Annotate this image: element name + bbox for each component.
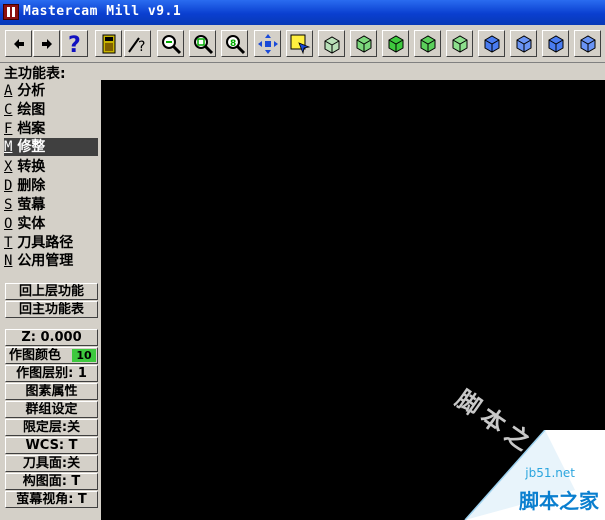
cplane-front-button[interactable] <box>478 30 505 57</box>
menu-item-key: A <box>4 83 13 99</box>
watermark-site: jb51.net <box>525 466 575 480</box>
app-icon[interactable] <box>3 4 19 20</box>
analyze-icon: ? <box>127 36 145 54</box>
cube-green-icon <box>452 34 467 53</box>
cplane-button[interactable]: 构图面: T <box>5 473 98 490</box>
z-depth-button[interactable]: Z: 0.000 <box>5 329 98 346</box>
watermark-name: 脚本之家 <box>519 489 599 513</box>
cube-blue-icon <box>548 34 563 53</box>
zoom-out-button[interactable] <box>157 30 184 57</box>
menu-item-label: 刀具路径 <box>17 235 74 251</box>
title-bar: Mastercam Mill v9.1 <box>0 0 605 25</box>
calculator-button[interactable] <box>95 30 122 57</box>
zoom-fit-icon: 8 <box>225 34 245 54</box>
help-button[interactable]: ? <box>61 30 88 57</box>
menu-item-nc-utils[interactable]: N 公用管理 <box>4 252 98 270</box>
cplane-iso-button[interactable] <box>574 30 601 57</box>
pan-icon <box>257 33 278 54</box>
analyze-button[interactable]: ? <box>124 30 151 57</box>
menu-item-label: 分析 <box>17 83 46 99</box>
menu-item-label: 萤幕 <box>17 197 46 213</box>
tplane-button[interactable]: 刀具面:关 <box>5 455 98 472</box>
menu-item-label: 绘图 <box>17 102 46 118</box>
menu-item-delete[interactable]: D 删除 <box>4 177 98 195</box>
menu-item-screen[interactable]: S 萤幕 <box>4 196 98 214</box>
svg-text:8: 8 <box>230 39 236 49</box>
rotate-icon <box>324 35 339 54</box>
select-button[interactable] <box>286 30 313 57</box>
menu-item-create[interactable]: C 绘图 <box>4 101 98 119</box>
view-top-button[interactable] <box>382 30 409 57</box>
color-label: 作图颜色 <box>9 348 62 363</box>
menu-item-label: 档案 <box>17 121 46 137</box>
window-title: Mastercam Mill v9.1 <box>23 4 182 19</box>
level-button[interactable]: 作图层别: 1 <box>5 365 98 382</box>
menu-item-key: N <box>4 253 13 269</box>
zoom-out-icon <box>161 34 181 54</box>
main-menu-panel: A 分析 C 绘图 F 档案 M 修整 X 转换 D 删除 S 萤幕 O 实体 … <box>0 80 101 520</box>
cube-green-icon <box>420 34 435 53</box>
menu-item-xform[interactable]: X 转换 <box>4 158 98 176</box>
cube-blue-icon <box>484 34 499 53</box>
back-button[interactable] <box>5 30 32 57</box>
cplane-side-button[interactable] <box>542 30 569 57</box>
main-menu-button[interactable]: 回主功能表 <box>5 301 98 318</box>
svg-text:?: ? <box>138 39 145 54</box>
mask-button[interactable]: 限定层:关 <box>5 419 98 436</box>
cube-green-icon <box>388 34 403 53</box>
arrow-right-icon <box>41 38 52 49</box>
view-front-button[interactable] <box>350 30 377 57</box>
menu-item-key: C <box>4 102 13 118</box>
color-swatch: 10 <box>72 349 96 362</box>
menu-item-key: O <box>4 216 13 232</box>
menu-item-toolpaths[interactable]: T 刀具路径 <box>4 234 98 252</box>
pan-button[interactable] <box>254 30 281 57</box>
menu-item-key: M <box>4 139 13 155</box>
menu-item-key: T <box>4 235 13 251</box>
cube-green-icon <box>356 34 371 53</box>
menu-item-key: F <box>4 121 13 137</box>
attributes-button[interactable]: 图素属性 <box>5 383 98 400</box>
menu-item-analyze[interactable]: A 分析 <box>4 82 98 100</box>
menu-item-solids[interactable]: O 实体 <box>4 215 98 233</box>
select-icon <box>290 34 310 54</box>
view-side-button[interactable] <box>414 30 441 57</box>
menu-item-modify[interactable]: M 修整 <box>4 138 98 156</box>
question-icon: ? <box>68 33 81 55</box>
gview-button[interactable]: 萤幕视角: T <box>5 491 98 508</box>
toolbar: ? ? 8 <box>0 25 605 63</box>
back-up-button[interactable]: 回上层功能 <box>5 283 98 300</box>
cplane-top-button[interactable] <box>510 30 537 57</box>
menu-item-key: D <box>4 178 13 194</box>
menu-item-key: S <box>4 197 13 213</box>
groups-button[interactable]: 群组设定 <box>5 401 98 418</box>
cube-blue-icon <box>516 34 531 53</box>
rotate-button[interactable] <box>318 30 345 57</box>
menu-item-label: 转换 <box>17 159 46 175</box>
view-iso-button[interactable] <box>446 30 473 57</box>
svg-text:?: ? <box>68 33 81 55</box>
menu-item-label: 修整 <box>17 139 46 155</box>
menu-item-label: 公用管理 <box>17 253 74 269</box>
arrow-left-icon <box>13 38 24 49</box>
forward-button[interactable] <box>33 30 60 57</box>
menu-item-label: 删除 <box>17 178 46 194</box>
wcs-button[interactable]: WCS: T <box>5 437 98 454</box>
cube-blue-icon <box>580 34 595 53</box>
calculator-icon <box>102 34 115 53</box>
color-button[interactable]: 作图颜色 10 <box>5 347 98 364</box>
menu-item-label: 实体 <box>17 216 46 232</box>
zoom-window-button[interactable] <box>189 30 216 57</box>
menu-item-key: X <box>4 159 13 175</box>
zoom-fit-button[interactable]: 8 <box>221 30 248 57</box>
zoom-window-icon <box>193 34 213 54</box>
menu-item-file[interactable]: F 档案 <box>4 120 98 138</box>
